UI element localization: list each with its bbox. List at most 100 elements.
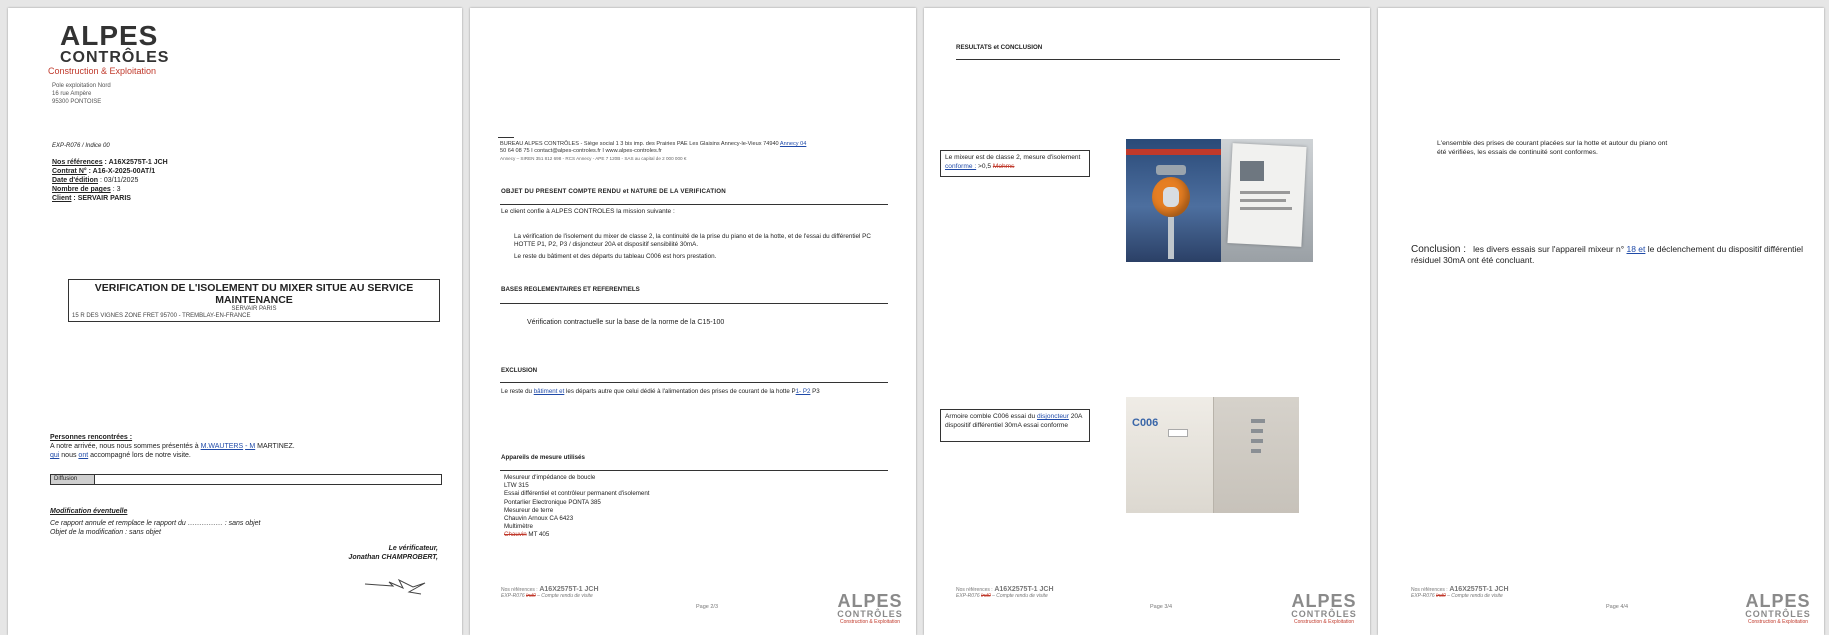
address-line: 16 rue Ampère [52,91,92,97]
section-title-object: OBJET DU PRESENT COMPTE RENDU et NATURE … [501,188,726,195]
result-box-mixer: Le mixeur est de classe 2, mesure d'isol… [940,150,1090,177]
instrument-strike: Chauvin [504,531,527,539]
ref-value: A16X2575T-1 JCH [108,159,168,166]
footer-logo-brand: ALPES [1745,591,1811,611]
instrument-line: Chauvin Arnoux CA 6423 [504,515,574,523]
verifier-block: Le vérificateur, Jonathan CHAMPROBERT, [258,544,438,562]
footer-form: – Compte rendu de visite [1445,593,1503,599]
address-block: Pole exploitation Nord 16 rue Ampère 953… [52,82,111,106]
logo-brand2: CONTRÔLES [60,49,170,66]
conclusion-label: Conclusion : [1411,244,1467,255]
diffusion-label: Diffusion [51,475,95,484]
conclusion-link[interactable]: 18 et [1626,244,1645,254]
instrument-line: Multimètre [504,523,533,531]
client-value: SERVAIR PARIS [77,195,131,202]
header-line: BUREAU ALPES CONTRÔLES - Siège social 1 … [500,141,780,147]
instrument-line: Essai différentiel et contrôleur permane… [504,490,650,498]
footer-refs: Nos références : A16X2575T-1 JCH EXP-R07… [501,586,599,599]
met-word-link[interactable]: qui [50,452,59,459]
footer-ref-value: A16X2575T-1 JCH [539,586,599,593]
section-title-results: RESULTATS et CONCLUSION [956,44,1043,51]
document-page-2[interactable]: BUREAU ALPES CONTRÔLES - Siège social 1 … [470,8,916,635]
title-box: VERIFICATION DE L'ISOLEMENT DU MIXER SIT… [68,279,440,322]
footer-logo-tagline: Construction & Exploitation [1293,619,1355,625]
verifier-label: Le vérificateur, [388,545,438,552]
result-text: >0,5 [976,162,993,170]
exclusion-link[interactable]: bâtiment et [534,388,565,395]
result-strike: Mohms [992,162,1015,170]
report-title: VERIFICATION DE L'ISOLEMENT DU MIXER SIT… [94,282,414,306]
company-header: BUREAU ALPES CONTRÔLES - Siège social 1 … [500,141,900,162]
header-line: 50 64 08 75 I contact@alpes-controles.fr… [500,148,662,154]
cabinet-label: C006 [1132,417,1159,429]
header-link[interactable]: Annecy 04 [780,141,806,147]
verifier-name: Jonathan CHAMPROBERT, [348,554,438,561]
met-name-link[interactable]: M.WAUTERS [201,443,244,450]
section-title-instruments: Appareils de mesure utilisés [501,454,585,461]
client-label: Client [52,195,72,202]
exclusion-part: P3 [810,388,820,395]
document-page-3[interactable]: RESULTATS et CONCLUSION Le mixeur est de… [924,8,1370,635]
references-block: Nos références : A16X2575T-1 JCH Contrat… [52,159,168,202]
contract-value: A16-X-2025-00AT/1 [92,168,156,175]
exclusion-part: Le reste du [501,388,534,395]
footer-logo-brand2: CONTRÔLES [1291,609,1357,619]
diffusion-row: Diffusion [50,474,442,485]
exclusion-text: Le reste du bâtiment et les départs autr… [501,388,901,395]
footer-logo: ALPES CONTRÔLES Construction & Exploitat… [1744,592,1812,626]
report-client: SERVAIR PARIS [231,306,277,312]
footer-logo-tagline: Construction & Exploitation [839,619,901,625]
mission-scope: Le reste du bâtiment et des départs du t… [514,253,717,260]
signature-image [364,578,426,595]
met-strike[interactable]: - M [245,443,255,450]
company-logo: ALPES CONTRÔLES Construction & Exploitat… [48,22,178,77]
sockets-paragraph: L'ensemble des prises de courant placées… [1437,140,1668,156]
pages-value: 3 [116,186,121,193]
section-title-exclusion: EXCLUSION [501,367,538,374]
section-intro: Le client confie à ALPES CONTROLES la mi… [501,208,675,215]
page-number: Page 4/4 [1606,604,1629,610]
instrument-line: Pontarlier Electronique PONTA 385 [504,498,601,506]
footer-logo: ALPES CONTRÔLES Construction & Exploitat… [1290,592,1358,626]
document-page-4[interactable]: L'ensemble des prises de courant placées… [1378,8,1824,635]
footer-logo-tagline: Construction & Exploitation [1747,619,1809,625]
conclusion-paragraph: Conclusion : les divers essais sur l'app… [1411,244,1811,266]
met-text: A notre arrivée, nous nous sommes présen… [50,443,201,450]
address-line: 95300 PONTOISE [52,99,102,105]
met-word-link[interactable]: ont [78,452,88,459]
footer-form: – Compte rendu de visite [535,593,593,599]
instrument-line: LTW 315 [504,482,529,490]
footer-refs: Nos références : A16X2575T-1 JCH EXP-R07… [1411,586,1509,599]
document-page-1[interactable]: ALPES CONTRÔLES Construction & Exploitat… [8,8,462,635]
date-value: 03/11/2025 [103,177,139,184]
form-reference: EXP-R076 / Indice 00 [52,143,110,149]
met-text: accompagné lors de notre visite. [88,452,191,459]
result-box-cabinet: Armoire comble C006 essai du disjoncteur… [940,409,1090,442]
contract-label: Contrat N° [52,168,87,175]
exclusion-part: les départs autre que celui dédié à l'al… [564,388,796,395]
footer-refs: Nos références : A16X2575T-1 JCH EXP-R07… [956,586,1054,599]
result-link[interactable]: disjoncteur [1037,413,1069,420]
result-link[interactable]: conforme : [945,163,976,170]
photo-mixer [1126,139,1313,262]
bases-text: Vérification contractuelle sur la base d… [527,319,725,326]
modification-line: Objet de la modification : sans objet [50,529,161,536]
conclusion-text: les divers essais sur l'appareil mixeur … [1473,244,1627,254]
result-text: Le mixeur est de classe 2, mesure d'isol… [945,154,1081,161]
photo-cabinet: C006 [1126,397,1299,513]
footer-ref-value: A16X2575T-1 JCH [994,586,1054,593]
footer-logo-brand2: CONTRÔLES [1745,609,1811,619]
footer-form-strike: Ind0 [981,593,991,599]
date-label: Date d'édition [52,177,98,184]
footer-logo-brand: ALPES [837,591,903,611]
met-text: nous [59,452,79,459]
instrument-line: Mesureur d'impédance de boucle [504,474,596,481]
modification-line: Ce rapport annule et remplace le rapport… [50,520,261,527]
footer-form: – Compte rendu de visite [990,593,1048,599]
exclusion-link[interactable]: 1- P2 [796,388,811,395]
ref-label: Nos références [52,159,103,166]
address-line: Pole exploitation Nord [52,83,111,89]
logo-brand: ALPES [60,20,159,51]
footer-logo: ALPES CONTRÔLES Construction & Exploitat… [836,592,904,626]
footer-logo-brand2: CONTRÔLES [837,609,903,619]
